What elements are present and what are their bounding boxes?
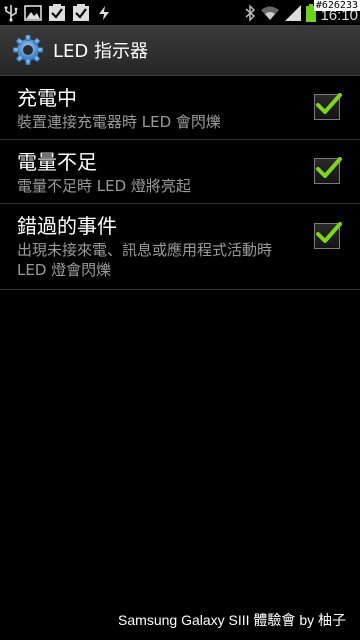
low-battery-checkbox[interactable] <box>314 157 342 184</box>
pref-summary: 裝置連接充電器時 LED 會閃爍 <box>17 113 221 131</box>
image-icon <box>24 4 42 21</box>
notification-icons <box>0 3 112 22</box>
pref-title: 錯過的事件 <box>17 214 117 238</box>
overlay-code: #626233 <box>313 0 360 11</box>
checklist-icon <box>48 3 66 22</box>
pref-summary: 電量不足時 LED 燈將亮起 <box>17 177 191 195</box>
title-bar: LED 指示器 <box>0 25 360 76</box>
signal-icon <box>284 4 302 22</box>
status-bar: 16:10 #626233 <box>0 0 360 25</box>
pref-title: 充電中 <box>17 86 77 110</box>
pref-item-missed-events[interactable]: 錯過的事件 出現未接來電、訊息或應用程式活動時 LED 燈會閃爍 <box>0 204 360 290</box>
preference-list: 充電中 裝置連接充電器時 LED 會閃爍 電量不足 電量不足時 LED 燈將亮起… <box>0 76 360 290</box>
pref-item-charging[interactable]: 充電中 裝置連接充電器時 LED 會閃爍 <box>0 76 360 140</box>
missed-events-checkbox[interactable] <box>314 222 342 249</box>
usb-icon <box>4 4 18 22</box>
bluetooth-icon <box>244 3 256 22</box>
sync-icon <box>96 4 112 22</box>
watermark-credit: Samsung Galaxy SIII 體驗會 by 柚子 <box>118 612 346 628</box>
settings-gear-icon[interactable] <box>11 33 45 67</box>
pref-title: 電量不足 <box>17 150 97 174</box>
charging-checkbox[interactable] <box>314 93 342 120</box>
pref-summary: 出現未接來電、訊息或應用程式活動時 LED 燈會閃爍 <box>17 241 273 279</box>
checklist-icon <box>72 3 90 22</box>
pref-item-low-battery[interactable]: 電量不足 電量不足時 LED 燈將亮起 <box>0 140 360 204</box>
wifi-icon <box>260 5 280 21</box>
page-title: LED 指示器 <box>53 41 148 62</box>
